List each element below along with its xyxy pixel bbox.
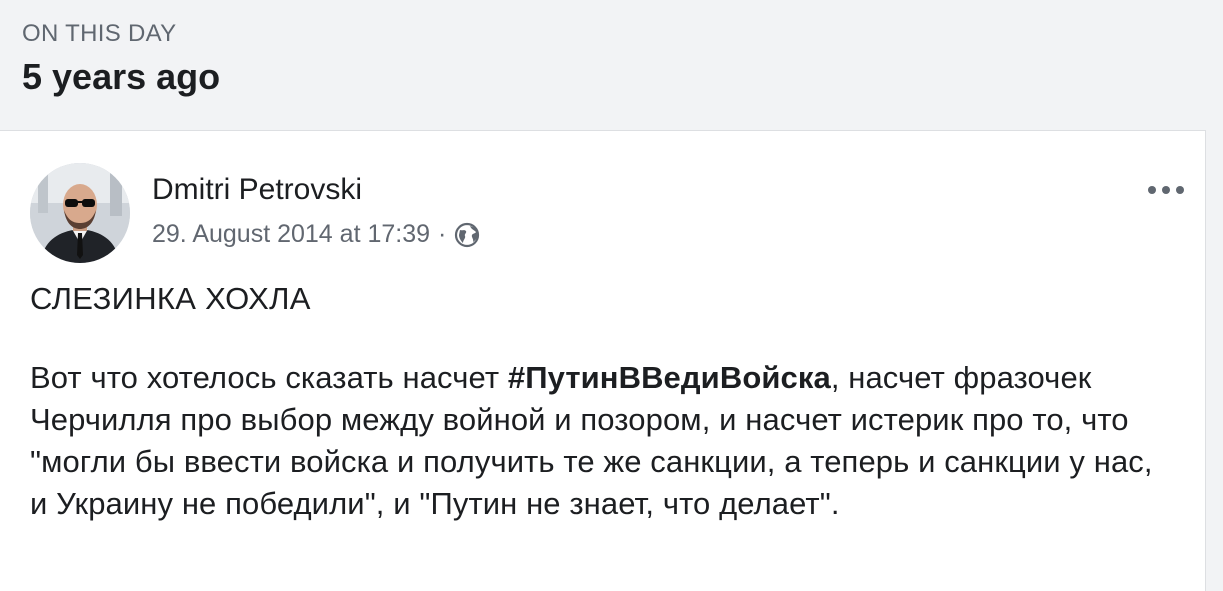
section-title: 5 years ago xyxy=(22,56,221,97)
hashtag-link[interactable]: #ПутинВВедиВойска xyxy=(508,360,831,395)
post-card: Dmitri Petrovski 29. August 2014 at 17:3… xyxy=(0,130,1206,591)
avatar-image xyxy=(30,163,130,263)
meta-separator: · xyxy=(438,220,447,248)
post-meta: 29. August 2014 at 17:39 · xyxy=(152,220,480,249)
post-heading: СЛЕЗИНКА ХОХЛА xyxy=(30,281,311,316)
author-name[interactable]: Dmitri Petrovski xyxy=(152,173,362,207)
more-options-icon[interactable] xyxy=(1148,183,1184,197)
post-text: Вот что хотелось сказать насчет #ПутинВВ… xyxy=(30,357,1170,525)
globe-icon[interactable] xyxy=(454,222,480,248)
post-text-intro: Вот что хотелось сказать насчет xyxy=(30,360,508,395)
post-timestamp[interactable]: 29. August 2014 at 17:39 xyxy=(152,220,430,249)
section-label: ON THIS DAY xyxy=(22,20,177,47)
avatar[interactable] xyxy=(30,163,130,263)
memories-header: ON THIS DAY 5 years ago xyxy=(0,0,1223,130)
